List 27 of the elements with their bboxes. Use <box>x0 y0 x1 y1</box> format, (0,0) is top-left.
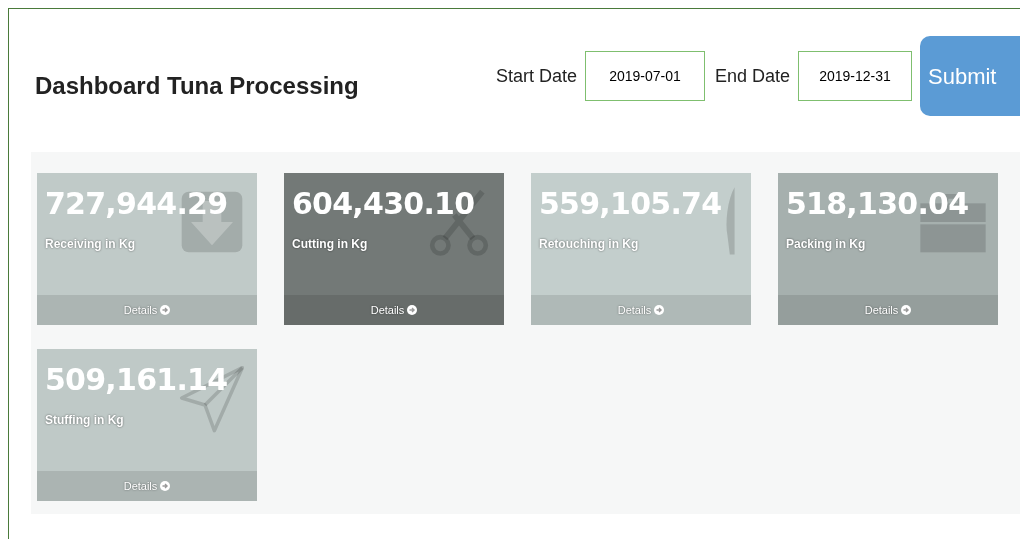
details-link[interactable]: Details <box>531 295 751 325</box>
stat-value: 518,130.04 <box>786 189 970 219</box>
end-date-field[interactable]: 2019-12-31 <box>798 51 912 101</box>
page-title: Dashboard Tuna Processing <box>35 71 359 101</box>
stat-value: 559,105.74 <box>539 189 723 219</box>
details-link[interactable]: Details <box>37 295 257 325</box>
arrow-circle-icon <box>654 305 665 315</box>
arrow-circle-icon <box>407 305 418 315</box>
arrow-circle-icon <box>160 481 171 491</box>
submit-button[interactable]: Submit <box>920 36 1020 116</box>
stat-value: 509,161.14 <box>45 365 229 395</box>
details-link[interactable]: Details <box>778 295 998 325</box>
stat-value: 604,430.10 <box>292 189 476 219</box>
stat-label: Receiving in Kg <box>45 236 137 253</box>
details-link[interactable]: Details <box>284 295 504 325</box>
stat-label: Retouching in Kg <box>539 236 640 253</box>
stat-label: Stuffing in Kg <box>45 412 125 429</box>
stat-value: 727,944.29 <box>45 189 229 219</box>
knife-icon <box>725 187 737 257</box>
start-date-field[interactable]: 2019-07-01 <box>584 51 705 101</box>
stat-label: Packing in Kg <box>786 236 867 253</box>
end-date-label: End Date <box>714 64 790 88</box>
details-link[interactable]: Details <box>37 471 257 501</box>
arrow-circle-icon <box>160 305 171 315</box>
arrow-circle-icon <box>901 305 912 315</box>
stat-label: Cutting in Kg <box>292 236 369 253</box>
start-date-label: Start Date <box>495 64 577 88</box>
